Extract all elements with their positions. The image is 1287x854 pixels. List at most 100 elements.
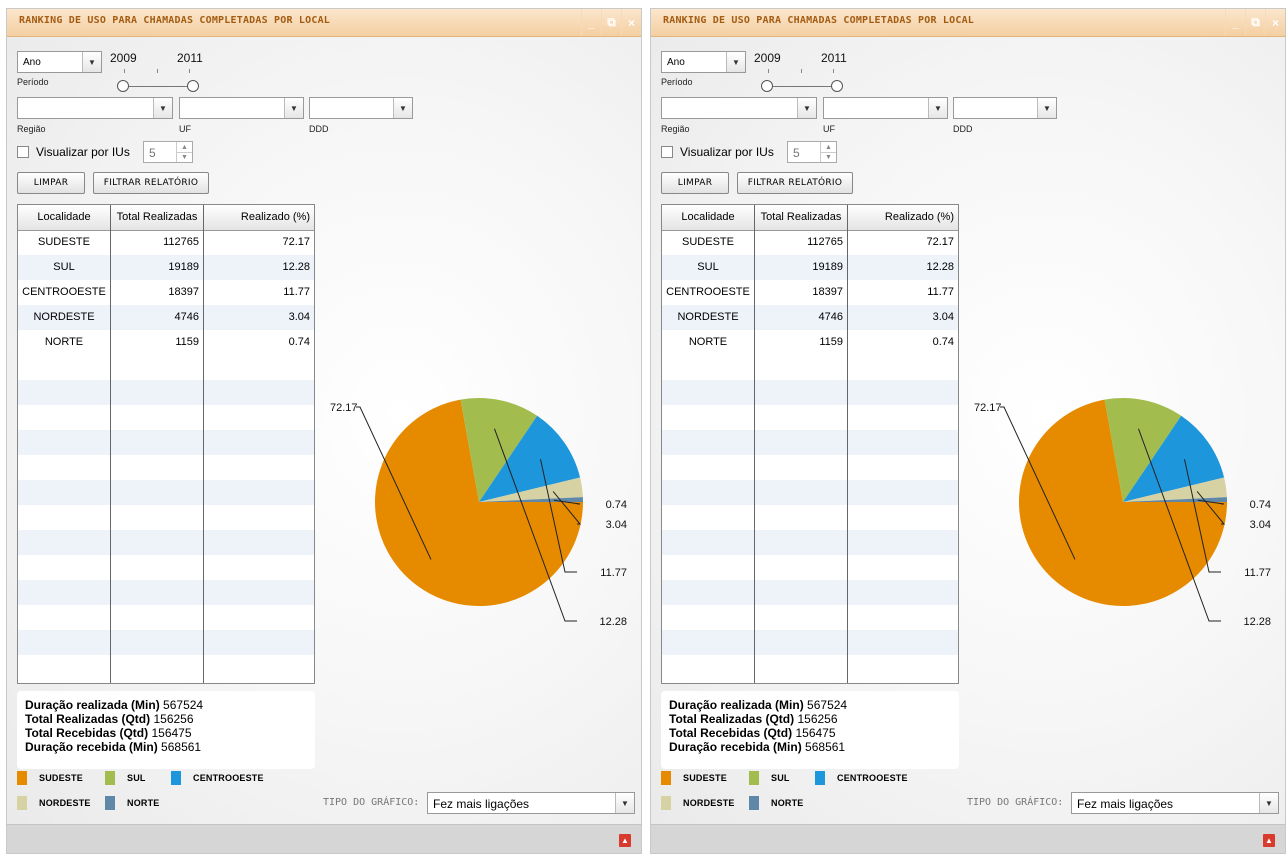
table-row-empty [662, 630, 958, 655]
panel-footer: ▲ [651, 824, 1285, 853]
column-header-realizado-pct[interactable]: Realizado (%) [848, 205, 954, 230]
close-icon[interactable]: × [621, 9, 641, 36]
period-slider-start-handle[interactable] [117, 80, 129, 92]
cell-total-realizadas: 19189 [168, 261, 199, 273]
ius-stepper[interactable]: 5 ▲ ▼ [143, 141, 193, 163]
period-slider-track[interactable] [766, 86, 836, 87]
legend-item-centrooeste[interactable]: CENTROOESTE [815, 771, 908, 785]
table-row[interactable]: SUDESTE 112765 72.17 [662, 230, 958, 255]
chevron-down-icon: ▼ [393, 98, 412, 118]
window-controls: _ ⧉ × [581, 9, 641, 36]
panel-titlebar[interactable]: RANKING DE USO PARA CHAMADAS COMPLETADAS… [7, 9, 641, 37]
cell-total-realizadas: 112765 [807, 236, 843, 248]
clear-button[interactable]: LIMPAR [17, 172, 85, 194]
clear-button[interactable]: LIMPAR [661, 172, 729, 194]
legend-label: NORDESTE [39, 798, 91, 808]
cell-realizado-pct: 72.17 [282, 236, 310, 248]
pie-data-label: 72.17 [330, 402, 358, 414]
filter-report-button[interactable]: FILTRAR RELATÓRIO [737, 172, 853, 194]
chart-type-value: Fez mais ligações [1077, 797, 1174, 811]
table-row-empty [18, 630, 314, 655]
stepper-down-icon[interactable]: ▼ [820, 152, 836, 162]
period-slider-end-handle[interactable] [831, 80, 843, 92]
ddd-select[interactable]: ▼ [953, 97, 1057, 119]
legend-item-sul[interactable]: SUL [749, 771, 790, 785]
summary-value: 568561 [805, 740, 846, 754]
column-header-total-realizadas[interactable]: Total Realizadas [755, 205, 847, 230]
table-row[interactable]: NORDESTE 4746 3.04 [662, 305, 958, 330]
pdf-icon[interactable]: ▲ [619, 834, 631, 847]
view-by-ius-checkbox[interactable] [661, 146, 673, 158]
table-row[interactable]: SUL 19189 12.28 [18, 255, 314, 280]
legend-label: SUL [771, 773, 790, 783]
column-divider [110, 205, 111, 683]
cell-realizado-pct: 0.74 [932, 336, 954, 348]
minimize-icon[interactable]: _ [1225, 9, 1245, 36]
legend-swatch [661, 796, 671, 810]
table-row[interactable]: NORTE 1159 0.74 [18, 330, 314, 355]
legend-swatch [105, 796, 115, 810]
view-by-ius-checkbox[interactable] [17, 146, 29, 158]
table-row[interactable]: SUDESTE 112765 72.17 [18, 230, 314, 255]
minimize-icon[interactable]: _ [581, 9, 601, 36]
chevron-down-icon: ▼ [153, 98, 172, 118]
period-type-select[interactable]: Ano ▼ [661, 51, 746, 73]
column-header-realizado-pct[interactable]: Realizado (%) [204, 205, 310, 230]
slider-tick [124, 69, 125, 73]
table-row-empty [18, 480, 314, 505]
close-icon[interactable]: × [1265, 9, 1285, 36]
summary-label: Duração recebida (Min) [25, 740, 158, 754]
period-slider-track[interactable] [122, 86, 192, 87]
restore-icon[interactable]: ⧉ [1245, 9, 1265, 36]
legend-item-sudeste[interactable]: SUDESTE [17, 771, 83, 785]
legend-item-nordeste[interactable]: NORDESTE [17, 796, 91, 810]
column-divider [847, 205, 848, 683]
region-select[interactable]: ▼ [661, 97, 817, 119]
legend-item-norte[interactable]: NORTE [105, 796, 160, 810]
period-label: Período [17, 77, 49, 87]
summary-label: Total Realizadas (Qtd) [669, 712, 795, 726]
panels: RANKING DE USO PARA CHAMADAS COMPLETADAS… [0, 0, 1287, 854]
legend-item-centrooeste[interactable]: CENTROOESTE [171, 771, 264, 785]
period-type-select[interactable]: Ano ▼ [17, 51, 102, 73]
ranking-panel-right: RANKING DE USO PARA CHAMADAS COMPLETADAS… [650, 8, 1286, 854]
filter-report-button[interactable]: FILTRAR RELATÓRIO [93, 172, 209, 194]
summary-value: 567524 [163, 698, 204, 712]
start-year: 2009 [110, 51, 137, 65]
table-row[interactable]: SUL 19189 12.28 [662, 255, 958, 280]
cell-realizado-pct: 11.77 [283, 286, 310, 298]
table-row[interactable]: CENTROOESTE 18397 11.77 [662, 280, 958, 305]
column-header-localidade[interactable]: Localidade [18, 205, 110, 230]
chevron-down-icon: ▼ [82, 52, 101, 72]
stepper-down-icon[interactable]: ▼ [176, 152, 192, 162]
panel-titlebar[interactable]: RANKING DE USO PARA CHAMADAS COMPLETADAS… [651, 9, 1285, 37]
table-row[interactable]: NORTE 1159 0.74 [662, 330, 958, 355]
uf-select[interactable]: ▼ [179, 97, 304, 119]
uf-select[interactable]: ▼ [823, 97, 948, 119]
summary-line: Total Realizadas (Qtd) 156256 [669, 712, 951, 726]
period-slider-end-handle[interactable] [187, 80, 199, 92]
region-select[interactable]: ▼ [17, 97, 173, 119]
legend-item-sudeste[interactable]: SUDESTE [661, 771, 727, 785]
cell-localidade: SUL [53, 261, 75, 273]
legend-item-sul[interactable]: SUL [105, 771, 146, 785]
column-header-total-realizadas[interactable]: Total Realizadas [111, 205, 203, 230]
chart-type-select[interactable]: Fez mais ligações ▼ [1071, 792, 1279, 814]
pdf-icon[interactable]: ▲ [1263, 834, 1275, 847]
cell-localidade: NORTE [44, 336, 84, 348]
period-slider-start-handle[interactable] [761, 80, 773, 92]
table-row[interactable]: NORDESTE 4746 3.04 [18, 305, 314, 330]
legend-item-nordeste[interactable]: NORDESTE [661, 796, 735, 810]
ddd-select[interactable]: ▼ [309, 97, 413, 119]
cell-realizado-pct: 0.74 [288, 336, 310, 348]
summary-label: Total Realizadas (Qtd) [25, 712, 151, 726]
legend-item-norte[interactable]: NORTE [749, 796, 804, 810]
column-header-localidade[interactable]: Localidade [662, 205, 754, 230]
view-by-ius-label: Visualizar por IUs [36, 145, 130, 159]
table-row[interactable]: CENTROOESTE 18397 11.77 [18, 280, 314, 305]
chart-type-select[interactable]: Fez mais ligações ▼ [427, 792, 635, 814]
restore-icon[interactable]: ⧉ [601, 9, 621, 36]
uf-label: UF [823, 124, 835, 134]
ius-stepper[interactable]: 5 ▲ ▼ [787, 141, 837, 163]
chevron-down-icon: ▼ [928, 98, 947, 118]
